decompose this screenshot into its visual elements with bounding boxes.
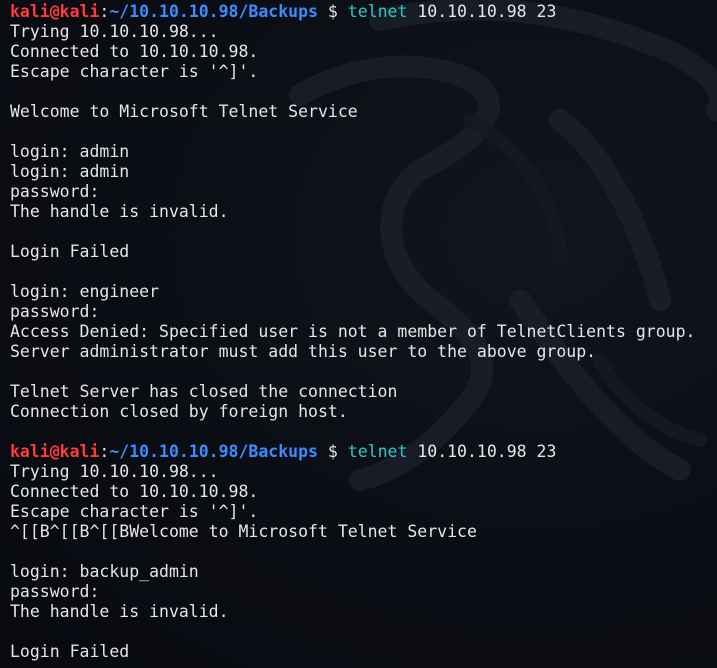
prompt-user: kali@kali [10,442,100,461]
output-line: login: backup_admin [10,562,199,581]
terminal-output: kali@kali:~/10.10.10.98/Backups $ telnet… [10,2,717,662]
output-line: The handle is invalid. [10,602,229,621]
output-line: The handle is invalid. [10,202,229,221]
output-line: Server administrator must add this user … [10,342,597,361]
output-line: Connection closed by foreign host. [10,402,348,421]
output-line: Connected to 10.10.10.98. [10,482,259,501]
output-line: Connected to 10.10.10.98. [10,42,259,61]
output-line: Access Denied: Specified user is not a m… [10,322,696,341]
prompt-symbol: $ [317,2,348,21]
output-line: Escape character is '^]'. [10,502,259,521]
prompt-path: ~/10.10.10.98/Backups [109,442,318,461]
output-line: login: engineer [10,282,160,301]
prompt-symbol: $ [317,442,348,461]
prompt-line: kali@kali:~/10.10.10.98/Backups $ telnet… [10,2,717,22]
terminal-window[interactable]: kali@kali:~/10.10.10.98/Backups $ telnet… [0,0,717,668]
command-name: telnet [347,442,408,461]
prompt-user: kali@kali [10,2,100,21]
prompt-colon: : [99,2,110,21]
output-line: password: [10,582,100,601]
command-args: 10.10.10.98 23 [407,2,557,21]
output-line: Login Failed [10,242,130,261]
prompt-colon: : [99,442,110,461]
prompt-path: ~/10.10.10.98/Backups [109,2,318,21]
output-line: Escape character is '^]'. [10,62,259,81]
output-line: Trying 10.10.10.98... [10,462,219,481]
output-line: login: admin [10,162,130,181]
output-line: password: [10,182,100,201]
output-line: Telnet Server has closed the connection [10,382,398,401]
output-line: Trying 10.10.10.98... [10,22,219,41]
output-line: password: [10,302,100,321]
output-line: ^[[B^[[B^[[BWelcome to Microsoft Telnet … [10,522,477,541]
output-line: Welcome to Microsoft Telnet Service [10,102,358,121]
prompt-line: kali@kali:~/10.10.10.98/Backups $ telnet… [10,442,717,462]
output-line: login: admin [10,142,130,161]
command-args: 10.10.10.98 23 [407,442,557,461]
output-line: Login Failed [10,642,130,661]
command-name: telnet [347,2,408,21]
